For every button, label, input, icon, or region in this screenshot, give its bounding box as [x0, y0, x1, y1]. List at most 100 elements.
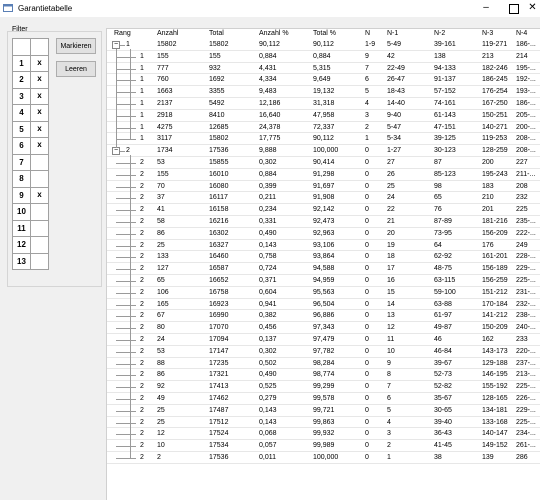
cell-anzahl: 17,775 [259, 135, 281, 143]
tree-row[interactable]: 2 41 16158 0,234 92,142 0 22 76 201 225 [107, 204, 540, 216]
cell-n-3: 119-271 [482, 41, 508, 48]
tree-row[interactable]: 2 53 15855 0,302 90,414 0 27 87 200 227 [107, 157, 540, 169]
tree-row[interactable]: 1 1663 3355 9,483 19,132 5 18-43 57-152 176-254 1… [107, 86, 540, 98]
filter-mark[interactable] [31, 171, 49, 187]
cell-n-3: 176 [482, 241, 494, 249]
tree-row[interactable]: 1 777 932 4,431 5,315 7 22-49 94-133 182-246 195-… [107, 63, 540, 75]
tree-row[interactable]: 2 12 17524 0,068 99,932 0 3 36-43 140-147 234-... [107, 428, 540, 441]
collapse-toggle-icon[interactable]: − [112, 147, 120, 156]
filter-row[interactable]: 8 [13, 171, 49, 188]
column-header[interactable]: N-1 [387, 30, 398, 37]
cell-n-1: 26-47 [387, 76, 405, 84]
filter-number: 7 [13, 154, 31, 170]
cell-n-3: 170-184 [482, 300, 508, 308]
tree-group-row[interactable]: −2 1734 17536 9,888 100,000 0 1-27 30-123 128-25… [107, 145, 540, 157]
cell-anzahl: 0,382 [259, 312, 277, 320]
cell-n-4: 208 [516, 182, 528, 190]
tree-row[interactable]: 2 65 16652 0,371 94,959 0 16 63-115 156-259 225-.… [107, 275, 540, 287]
tree-row[interactable]: 2 2 17536 0,011 100,000 0 1 38 139 286 [107, 452, 540, 464]
tree-row[interactable]: 1 155 155 0,884 0,884 9 42 138 213 214 [107, 51, 540, 63]
filter-row[interactable]: 11 [13, 220, 49, 237]
column-header[interactable]: N [365, 30, 370, 37]
filter-mark[interactable]: x [31, 105, 49, 121]
tree-row[interactable]: 2 88 17235 0,502 98,284 0 9 39-67 129-188 237-... [107, 358, 540, 370]
tree-row[interactable]: 1 2918 8410 16,640 47,958 3 9-40 61-143 150-251 2… [107, 110, 540, 122]
column-header[interactable]: N-4 [516, 30, 527, 37]
tree-row[interactable]: 2 25 17512 0,143 99,863 0 4 39-40 133-168 225-... [107, 417, 540, 429]
tree-row[interactable]: 2 24 17094 0,137 97,479 0 11 46 162 233 [107, 334, 540, 346]
maximize-icon[interactable] [500, 0, 528, 17]
filter-row[interactable]: 10 [13, 204, 49, 221]
tree-row[interactable]: 2 86 17321 0,490 98,774 0 8 52-73 146-195 213-... [107, 369, 540, 382]
filter-mark[interactable] [31, 39, 49, 55]
tree-row[interactable]: 2 165 16923 0,941 96,504 0 14 63-88 170-184 232-.… [107, 299, 540, 311]
tree-row[interactable]: 2 49 17462 0,279 99,578 0 6 35-67 128-165 226-... [107, 393, 540, 405]
tree-row[interactable]: 1 2137 5492 12,186 31,318 4 14-40 74-161 167-250… [107, 98, 540, 110]
mark-button[interactable]: Markieren [56, 38, 96, 54]
cell-anzahl: 106 [157, 288, 169, 296]
tree-row[interactable]: 2 58 16216 0,331 92,473 0 21 87-89 181-216 235-..… [107, 216, 540, 228]
filter-row[interactable] [13, 39, 49, 56]
tree-row[interactable]: 2 106 16758 0,604 95,563 0 15 59-100 151-212 231-… [107, 287, 540, 299]
filter-row[interactable]: 3x [13, 88, 49, 105]
filter-row[interactable]: 13 [13, 253, 49, 270]
filter-row[interactable]: 9x [13, 187, 49, 204]
tree-row[interactable]: 2 25 16327 0,143 93,106 0 19 64 176 249 [107, 240, 540, 252]
column-header[interactable]: N-3 [482, 30, 493, 37]
filter-grid[interactable]: 1 x 2 x 3 x 4 x 5 x 6 x 7 8 9 x 10 11 12 13 [12, 38, 49, 270]
filter-row[interactable]: 12 [13, 237, 49, 254]
filter-mark[interactable] [31, 220, 49, 236]
column-header[interactable]: N-2 [434, 30, 445, 37]
tree-row[interactable]: 2 37 16117 0,211 91,908 0 24 65 210 232 [107, 192, 540, 205]
reset-button[interactable]: Leeren [56, 61, 96, 77]
column-header[interactable]: Anzahl % [259, 30, 289, 37]
column-header[interactable]: Total % [313, 30, 336, 37]
tree-group-row[interactable]: −1 15802 15802 90,112 90,112 1-9 5-49 39-161 119… [107, 39, 540, 51]
cell-n-4: 211-... [516, 170, 536, 178]
filter-row[interactable]: 4x [13, 105, 49, 122]
cell-total: 98,284 [313, 359, 335, 367]
filter-mark[interactable] [31, 253, 49, 269]
minimize-icon[interactable]: – [472, 0, 500, 17]
cell-anzahl: 0,068 [259, 430, 277, 438]
cell-anzahl: 58 [157, 217, 165, 225]
tree-row[interactable]: 2 86 16302 0,490 92,963 0 20 73-95 156-209 222-..… [107, 228, 540, 240]
tree-row[interactable]: 2 92 17413 0,525 99,299 0 7 52-82 155-192 225-... [107, 381, 540, 393]
result-tree[interactable]: Rang Anzahl Total Anzahl % Total % N N-1 N-2 N-3… [106, 28, 540, 500]
filter-mark[interactable]: x [31, 55, 49, 71]
tree-row[interactable]: 2 67 16990 0,382 96,886 0 13 61-97 141-212 238-..… [107, 310, 540, 323]
filter-row[interactable]: 5x [13, 121, 49, 138]
tree-row[interactable]: 2 133 16460 0,758 93,864 0 18 62-92 161-201 228-.… [107, 251, 540, 264]
filter-mark[interactable]: x [31, 121, 49, 137]
tree-row[interactable]: 1 3117 15802 17,775 90,112 1 5-34 39-125 119-253… [107, 133, 540, 146]
filter-mark[interactable]: x [31, 72, 49, 88]
filter-mark[interactable]: x [31, 138, 49, 154]
filter-mark[interactable] [31, 154, 49, 170]
filter-mark[interactable]: x [31, 88, 49, 104]
close-icon[interactable]: ✕ [525, 0, 540, 17]
cell-n-1: 22-49 [387, 64, 405, 72]
tree-row[interactable]: 1 760 1692 4,334 9,649 6 26-47 91-137 186-245 192… [107, 74, 540, 87]
column-header[interactable]: Anzahl [157, 30, 178, 37]
tree-row[interactable]: 1 4275 12685 24,378 72,337 2 5-47 47-151 140-271… [107, 122, 540, 134]
tree-row[interactable]: 2 155 16010 0,884 91,298 0 26 85-123 195-243 211-… [107, 169, 540, 181]
cell-n-2: 61-97 [434, 312, 452, 320]
tree-row[interactable]: 2 53 17147 0,302 97,782 0 10 46-84 143-173 220-..… [107, 346, 540, 358]
column-header[interactable]: Total [209, 30, 224, 37]
filter-row[interactable]: 1x [13, 55, 49, 72]
filter-mark[interactable]: x [31, 187, 49, 203]
filter-mark[interactable] [31, 237, 49, 253]
cell-n-4: 200-... [516, 123, 536, 131]
filter-row[interactable]: 2x [13, 72, 49, 89]
cell-n-3: 156-209 [482, 229, 508, 237]
filter-mark[interactable] [31, 204, 49, 220]
column-header[interactable]: Rang [114, 30, 131, 37]
tree-row[interactable]: 2 70 16080 0,399 91,697 0 25 98 183 208 [107, 181, 540, 193]
collapse-toggle-icon[interactable]: − [112, 41, 120, 49]
tree-row[interactable]: 2 10 17534 0,057 99,989 0 2 41-45 149-152 261-... [107, 440, 540, 452]
tree-row[interactable]: 2 80 17070 0,456 97,343 0 12 49-87 150-209 240-..… [107, 322, 540, 334]
tree-row[interactable]: 2 25 17487 0,143 99,721 0 5 30-65 134-181 229-... [107, 405, 540, 417]
tree-row[interactable]: 2 127 16587 0,724 94,588 0 17 48-75 156-189 229-.… [107, 263, 540, 275]
filter-row[interactable]: 6x [13, 138, 49, 155]
filter-row[interactable]: 7 [13, 154, 49, 171]
